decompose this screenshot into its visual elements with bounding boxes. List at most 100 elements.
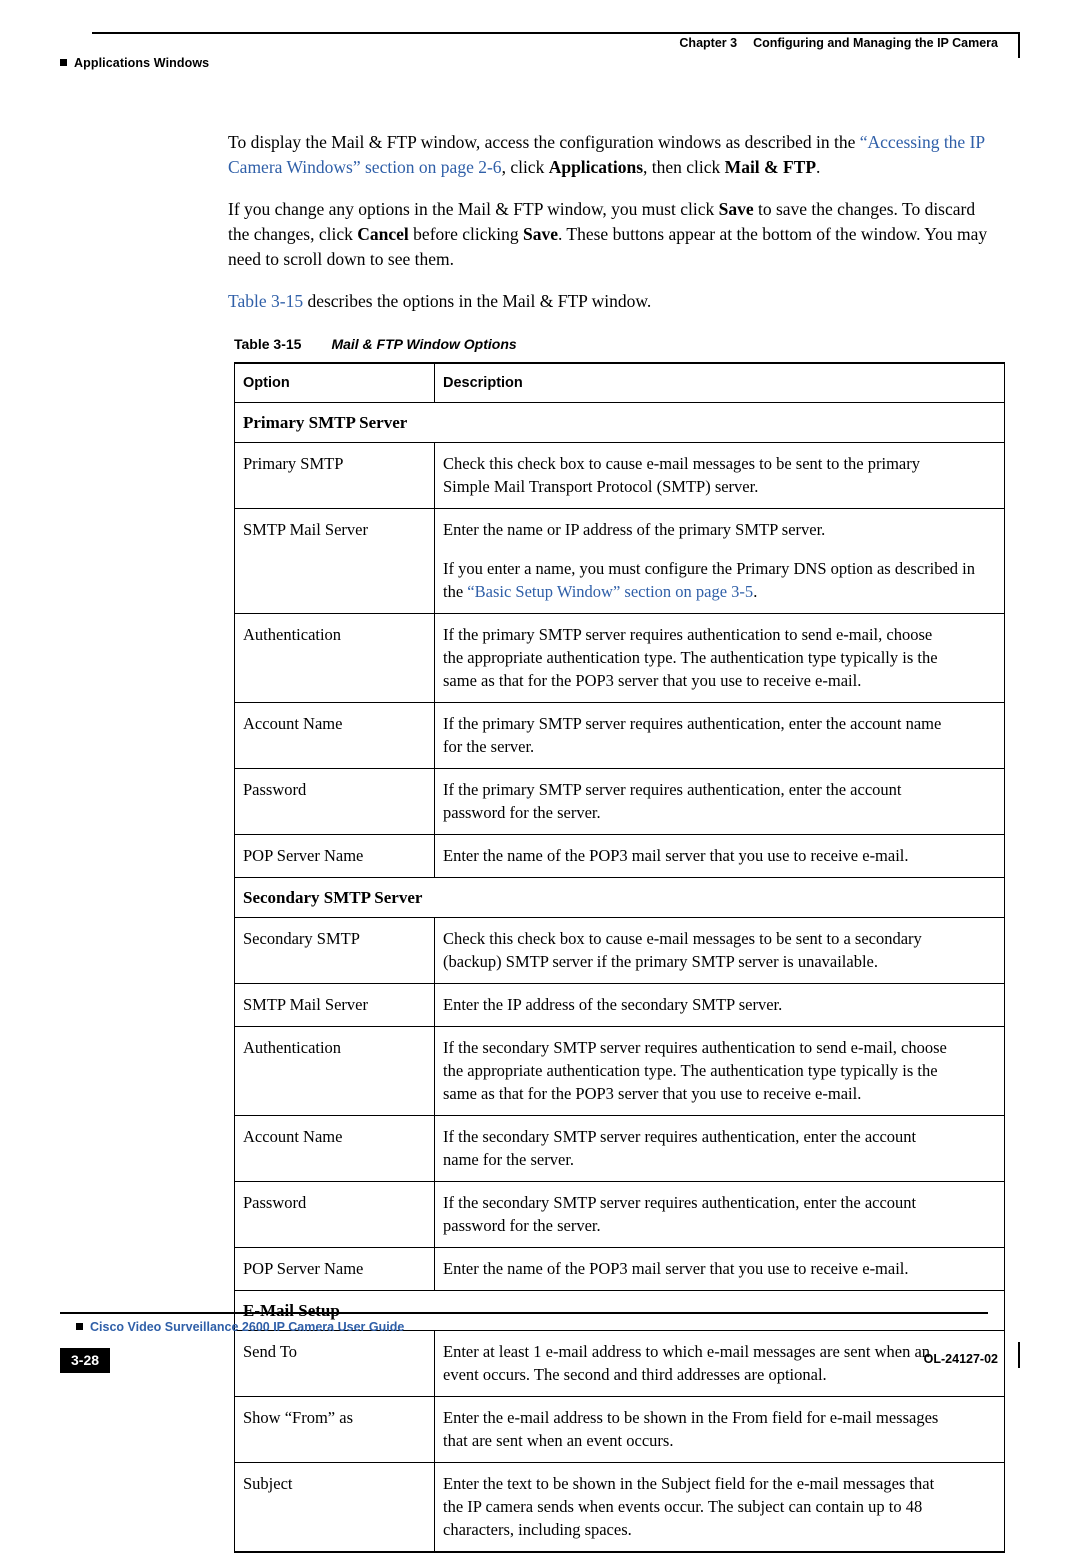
table-row: Authentication If the primary SMTP serve… [234,613,1005,703]
row-description: If the secondary SMTP server requires au… [434,1115,1005,1182]
header-section-label: Applications Windows [60,56,209,70]
header-chapter-number: Chapter 3 [679,36,738,50]
desc-line: same as that for the POP3 server that yo… [443,1084,862,1103]
row-option: Authentication [234,613,435,703]
table-row: POP Server Name Enter the name of the PO… [234,1247,1005,1291]
p2-text-c: before clicking [408,224,523,244]
row-description: Enter the IP address of the secondary SM… [434,983,1005,1027]
desc-line: Check this check box to cause e-mail mes… [443,929,922,948]
row-option: SMTP Mail Server [234,983,435,1027]
table-caption: Table 3-15 Mail & FTP Window Options [234,336,988,352]
desc-line: Check this check box to cause e-mail mes… [443,454,920,473]
header-chapter: Chapter 3 Configuring and Managing the IP… [679,36,998,50]
desc-line: If the secondary SMTP server requires au… [443,1193,917,1212]
footer-guide-title: Cisco Video Surveillance 2600 IP Camera … [76,1320,404,1334]
section-label-primary-smtp-server: Primary SMTP Server [234,402,1005,443]
desc-line: Enter the name of the POP3 mail server t… [443,1259,909,1278]
table-row: Primary SMTP Check this check box to cau… [234,442,1005,509]
bullet-square-icon [60,59,67,66]
desc-line: the IP camera sends when events occur. T… [443,1497,923,1516]
table-row: POP Server Name Enter the name of the PO… [234,834,1005,878]
row-option: Show “From” as [234,1396,435,1463]
header-chapter-title: Configuring and Managing the IP Camera [753,36,998,50]
row-description: Check this check box to cause e-mail mes… [434,442,1005,509]
header-rule [92,32,1020,34]
column-header-description: Description [434,362,1005,403]
desc-line: password for the server. [443,803,601,822]
row-description: If the primary SMTP server requires auth… [434,768,1005,835]
row-option: Password [234,768,435,835]
desc-line: the appropriate authentication type. The… [443,648,938,667]
link-table-3-15[interactable]: Table 3-15 [228,291,303,311]
table-row: SMTP Mail Server Enter the IP address of… [234,983,1005,1027]
p2-bold-save: Save [718,199,754,219]
desc-line: Enter the name or IP address of the prim… [443,520,826,539]
row-option: Account Name [234,702,435,769]
table-row: Secondary SMTP Check this check box to c… [234,917,1005,984]
paragraph-save-cancel: If you change any options in the Mail & … [228,197,988,272]
desc-line: event occurs. The second and third addre… [443,1365,827,1384]
table-row: Authentication If the secondary SMTP ser… [234,1026,1005,1116]
desc-line: If the primary SMTP server requires auth… [443,625,933,644]
desc-line: Enter the IP address of the secondary SM… [443,995,783,1014]
row-option: POP Server Name [234,834,435,878]
row-option: Account Name [234,1115,435,1182]
header-section-text: Applications Windows [74,56,210,70]
desc-line: for the server. [443,737,535,756]
row-option: Subject [234,1462,435,1553]
page-number: 3-28 [60,1348,111,1373]
row-option: Password [234,1181,435,1248]
table-row: Account Name If the secondary SMTP serve… [234,1115,1005,1182]
p1-bold-mail-ftp: Mail & FTP [724,157,817,177]
paragraph-display-window: To display the Mail & FTP window, access… [228,130,988,180]
desc-line: If the secondary SMTP server requires au… [443,1127,917,1146]
row-option: Authentication [234,1026,435,1116]
row-description: Check this check box to cause e-mail mes… [434,917,1005,984]
footer-guide-text: Cisco Video Surveillance 2600 IP Camera … [90,1320,405,1334]
row-description: If the secondary SMTP server requires au… [434,1026,1005,1116]
column-header-option: Option [234,362,435,403]
row-option: SMTP Mail Server [234,508,435,614]
p2-bold-save-2: Save [522,224,558,244]
desc-line: If the primary SMTP server requires auth… [443,714,942,733]
desc-text-b: . [753,582,758,601]
row-description: Enter the e-mail address to be shown in … [434,1396,1005,1463]
table-header-row: Option Description [234,362,1005,403]
row-description: Enter the name of the POP3 mail server t… [434,1247,1005,1291]
table-section-row: Secondary SMTP Server [234,877,1005,918]
p2-bold-cancel: Cancel [357,224,409,244]
desc-line: Enter the name of the POP3 mail server t… [443,846,909,865]
row-option: Primary SMTP [234,442,435,509]
p1-text-d: . [816,157,821,177]
link-basic-setup-window[interactable]: “Basic Setup Window” section on page 3-5 [467,582,753,601]
desc-line: If the secondary SMTP server requires au… [443,1038,947,1057]
mail-ftp-options-table: Option Description Primary SMTP Server P… [234,362,1005,1553]
row-description: Enter the name or IP address of the prim… [434,508,1005,614]
row-description: If the primary SMTP server requires auth… [434,613,1005,703]
desc-line: Enter the e-mail address to be shown in … [443,1408,939,1427]
document-number: OL-24127-02 [923,1352,998,1366]
desc-line: If the primary SMTP server requires auth… [443,780,902,799]
row-description: If the primary SMTP server requires auth… [434,702,1005,769]
footer-rule [60,1312,988,1314]
desc-line: same as that for the POP3 server that yo… [443,671,862,690]
desc-line: Simple Mail Transport Protocol (SMTP) se… [443,477,759,496]
header-edge-tick [1018,32,1020,58]
row-description: If the secondary SMTP server requires au… [434,1181,1005,1248]
bullet-square-icon [76,1323,83,1330]
row-option: POP Server Name [234,1247,435,1291]
p1-bold-applications: Applications [548,157,644,177]
table-row: Subject Enter the text to be shown in th… [234,1462,1005,1553]
footer-edge-tick [1018,1342,1020,1368]
desc-line: name for the server. [443,1150,575,1169]
paragraph-table-reference: Table 3-15 describes the options in the … [228,289,988,314]
p1-text-b: , click [501,157,549,177]
row-description: Enter the name of the POP3 mail server t… [434,834,1005,878]
table-row: SMTP Mail Server Enter the name or IP ad… [234,508,1005,614]
desc-line: that are sent when an event occurs. [443,1431,674,1450]
desc-paragraph: If you enter a name, you must configure … [443,557,996,603]
p1-text-a: To display the Mail & FTP window, access… [228,132,860,152]
table-row: Password If the primary SMTP server requ… [234,768,1005,835]
desc-line: password for the server. [443,1216,601,1235]
document-page: Applications Windows Chapter 3 Configurin… [0,0,1080,1553]
